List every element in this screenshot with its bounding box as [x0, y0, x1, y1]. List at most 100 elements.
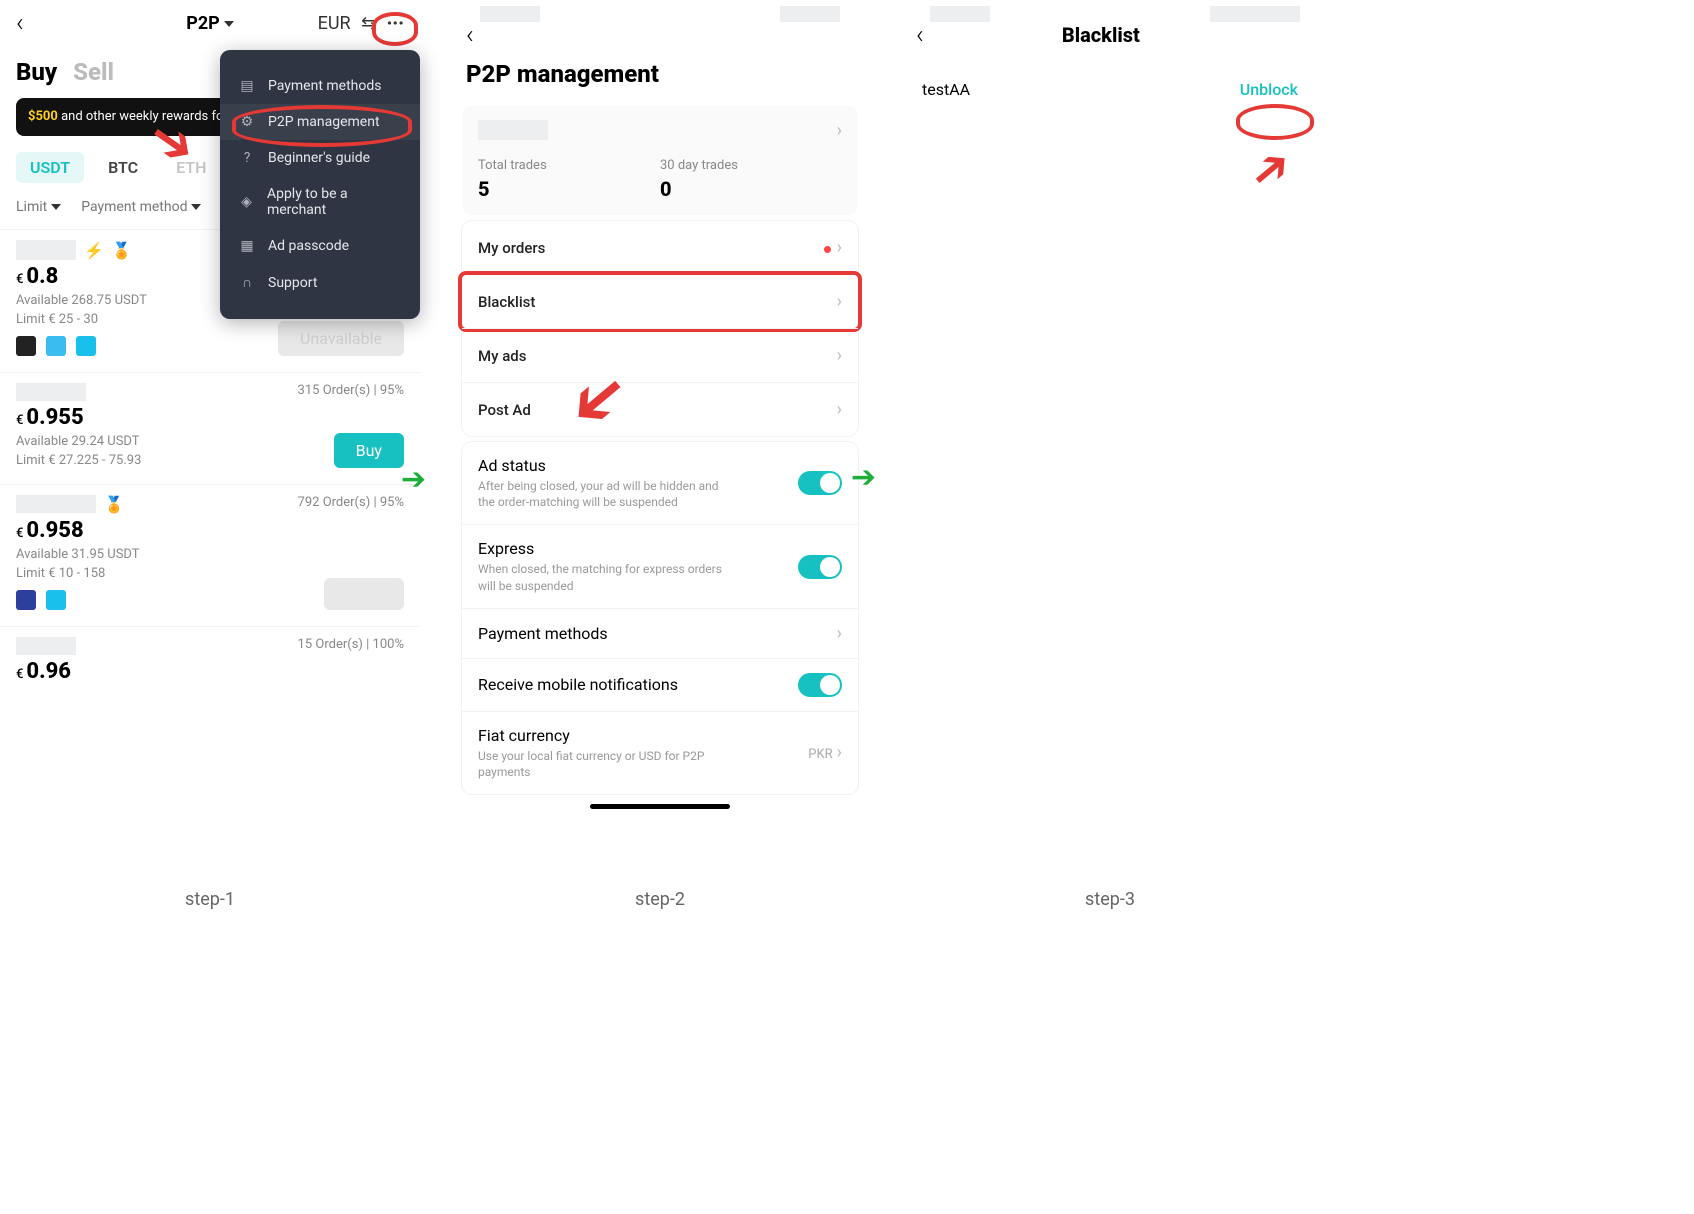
row-payment-methods[interactable]: Payment methods ›	[462, 608, 858, 658]
offer-meta: 15 Order(s) | 100%	[298, 637, 404, 652]
payment-icon	[76, 336, 96, 356]
card-icon: ▤	[238, 78, 256, 94]
offer-row[interactable]: 🏅 792 Order(s) | 95% €0.958 Available 31…	[0, 484, 420, 626]
menu-payment-methods[interactable]: ▤ Payment methods	[220, 68, 420, 104]
toggle-express[interactable]	[798, 555, 842, 579]
row-title: Express	[478, 539, 738, 558]
step-label-3: step-3	[1085, 889, 1135, 910]
price-currency: €	[16, 413, 23, 428]
headset-icon: ∩	[238, 274, 256, 291]
username-smudge	[478, 120, 548, 140]
coin-usdt[interactable]: USDT	[16, 152, 84, 183]
header-currency[interactable]: EUR	[318, 13, 351, 34]
price-value: 0.955	[26, 405, 83, 430]
blacklist-item-row: testAA Unblock	[900, 70, 1320, 109]
offer-action-button	[324, 578, 404, 610]
payment-icon	[16, 336, 36, 356]
row-my-orders[interactable]: My orders ›	[462, 221, 858, 274]
help-icon: ?	[238, 150, 256, 166]
chevron-right-icon: ›	[837, 120, 842, 141]
row-ad-status[interactable]: Ad status After being closed, your ad wil…	[462, 442, 858, 524]
row-my-ads[interactable]: My ads ›	[462, 328, 858, 382]
row-express[interactable]: Express When closed, the matching for exp…	[462, 524, 858, 607]
offer-row[interactable]: 315 Order(s) | 95% €0.955 Available 29.2…	[0, 372, 420, 484]
tab-buy[interactable]: Buy	[16, 58, 57, 86]
menu-item-label: Payment methods	[268, 78, 381, 94]
step-label-1: step-1	[185, 889, 235, 910]
status-smudge	[480, 6, 540, 22]
annotation-arrow-to-unblock: ➔	[1236, 134, 1303, 204]
buy-button[interactable]: Buy	[334, 433, 404, 468]
unblock-button[interactable]: Unblock	[1240, 80, 1298, 99]
notification-dot-icon	[824, 246, 831, 253]
offer-meta: 792 Order(s) | 95%	[298, 495, 404, 510]
row-fiat-currency[interactable]: Fiat currencyUse your local fiat currenc…	[462, 711, 858, 794]
price-value: 0.8	[26, 264, 58, 289]
menu-apply-merchant[interactable]: ◈Apply to be a merchant	[220, 176, 420, 228]
chevron-right-icon: ›	[837, 623, 842, 644]
step-label-2: step-2	[635, 889, 685, 910]
offer-action-button: Unavailable	[278, 321, 404, 356]
price-currency: €	[16, 667, 23, 682]
payment-icon	[46, 336, 66, 356]
annotation-green-arrow: ➔	[851, 460, 876, 495]
annotation-green-arrow: ➔	[401, 462, 426, 497]
status-smudge	[1210, 6, 1300, 22]
filter-payment-method[interactable]: Payment method	[81, 199, 201, 215]
fiat-value: PKR	[808, 747, 832, 762]
row-desc: Use your local fiat currency or USD for …	[478, 748, 738, 780]
row-label: Payment methods	[478, 624, 608, 643]
row-notifications[interactable]: Receive mobile notifications	[462, 658, 858, 711]
merchant-name-smudge	[16, 240, 76, 260]
back-icon[interactable]: ‹	[916, 20, 924, 50]
chevron-right-icon: ›	[837, 345, 842, 366]
more-menu: ▤Payment methods ⚙P2P management ?Beginn…	[220, 50, 420, 319]
row-post-ad[interactable]: Post Ad ›	[462, 382, 858, 436]
row-blacklist[interactable]: Blacklist ›	[462, 274, 858, 328]
page-title: P2P management	[450, 54, 870, 100]
price-value: 0.958	[26, 518, 83, 543]
grid-icon: ▦	[238, 238, 256, 254]
row-label: Blacklist	[478, 293, 535, 311]
toggle-notifications[interactable]	[798, 673, 842, 697]
filter-limit[interactable]: Limit	[16, 199, 61, 215]
row-label: My ads	[478, 347, 526, 365]
medal-icon: 🏅	[112, 241, 132, 260]
annotation-circle-unblock	[1236, 104, 1314, 140]
header-p2p-label[interactable]: P2P	[186, 13, 234, 34]
row-title: Ad status	[478, 456, 738, 475]
toggle-ad-status[interactable]	[798, 471, 842, 495]
blocked-user-name: testAA	[922, 80, 970, 99]
menu-item-label: Support	[268, 275, 317, 291]
total-trades-label: Total trades	[478, 158, 660, 173]
tab-sell[interactable]: Sell	[73, 58, 114, 86]
row-desc: After being closed, your ad will be hidd…	[478, 478, 738, 510]
thunder-icon: ⚡	[84, 241, 104, 260]
thirty-day-value: 0	[660, 177, 842, 201]
menu-ad-passcode[interactable]: ▦ Ad passcode	[220, 228, 420, 264]
offer-meta: 315 Order(s) | 95%	[298, 383, 404, 398]
thirty-day-label: 30 day trades	[660, 158, 842, 173]
back-icon[interactable]: ‹	[16, 8, 24, 38]
row-label: Post Ad	[478, 401, 531, 419]
payment-icon	[46, 590, 66, 610]
offer-available: Available 31.95 USDT	[16, 547, 404, 562]
row-desc: When closed, the matching for express or…	[478, 561, 738, 593]
step1-screen: ‹ P2P EUR ⇆ ··· ➔ Buy Sell $500 and othe…	[0, 0, 420, 870]
row-label: My orders	[478, 239, 545, 257]
merchant-name-smudge	[16, 637, 76, 655]
banner-amount: $500	[28, 109, 58, 124]
offer-row[interactable]: 15 Order(s) | 100% €0.96	[0, 626, 420, 688]
step3-screen: ‹ Blacklist testAA Unblock ➔ step-3	[900, 0, 1320, 870]
menu-item-label: Ad passcode	[268, 238, 349, 254]
row-label: Receive mobile notifications	[478, 675, 678, 694]
annotation-circle-p2p-mgmt	[232, 105, 412, 147]
back-icon[interactable]: ‹	[466, 20, 474, 50]
menu-support[interactable]: ∩ Support	[220, 264, 420, 301]
price-currency: €	[16, 272, 23, 287]
chevron-right-icon: ›	[837, 742, 842, 763]
price-value: 0.96	[26, 659, 71, 684]
profile-card[interactable]: › Total trades5 30 day trades0	[462, 106, 858, 215]
merchant-name-smudge	[16, 495, 96, 513]
step2-screen: ‹ P2P management › Total trades5 30 day …	[450, 0, 870, 870]
